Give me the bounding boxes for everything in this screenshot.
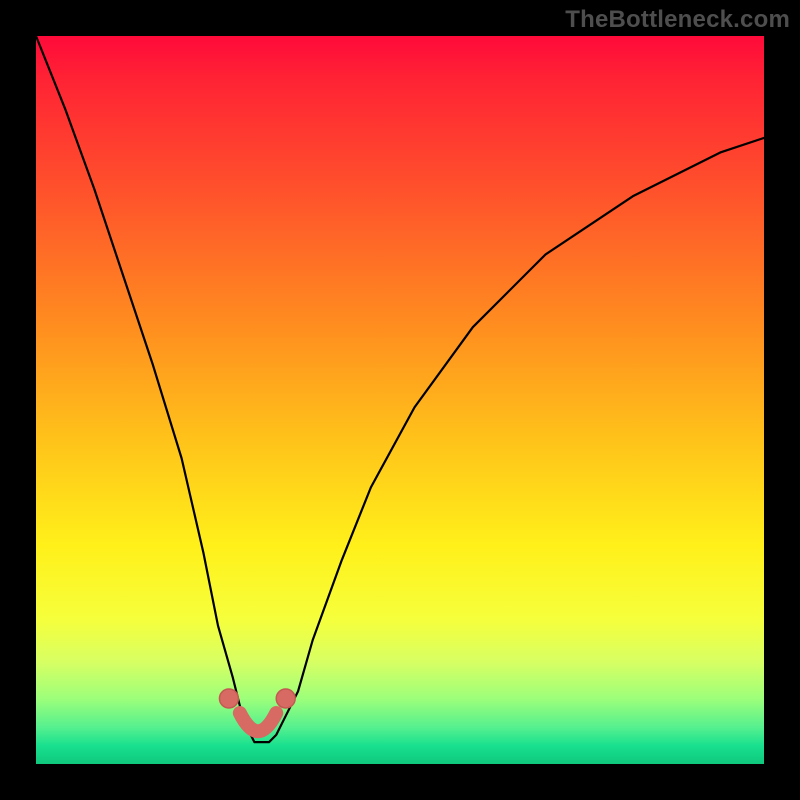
bottleneck-curve	[36, 36, 764, 742]
threshold-dot	[219, 689, 238, 708]
threshold-dot	[276, 689, 295, 708]
chart-svg-layer	[36, 36, 764, 764]
threshold-u-shape	[240, 713, 276, 731]
chart-frame: TheBottleneck.com	[0, 0, 800, 800]
threshold-dots-group	[219, 689, 295, 708]
watermark-text: TheBottleneck.com	[565, 6, 790, 34]
